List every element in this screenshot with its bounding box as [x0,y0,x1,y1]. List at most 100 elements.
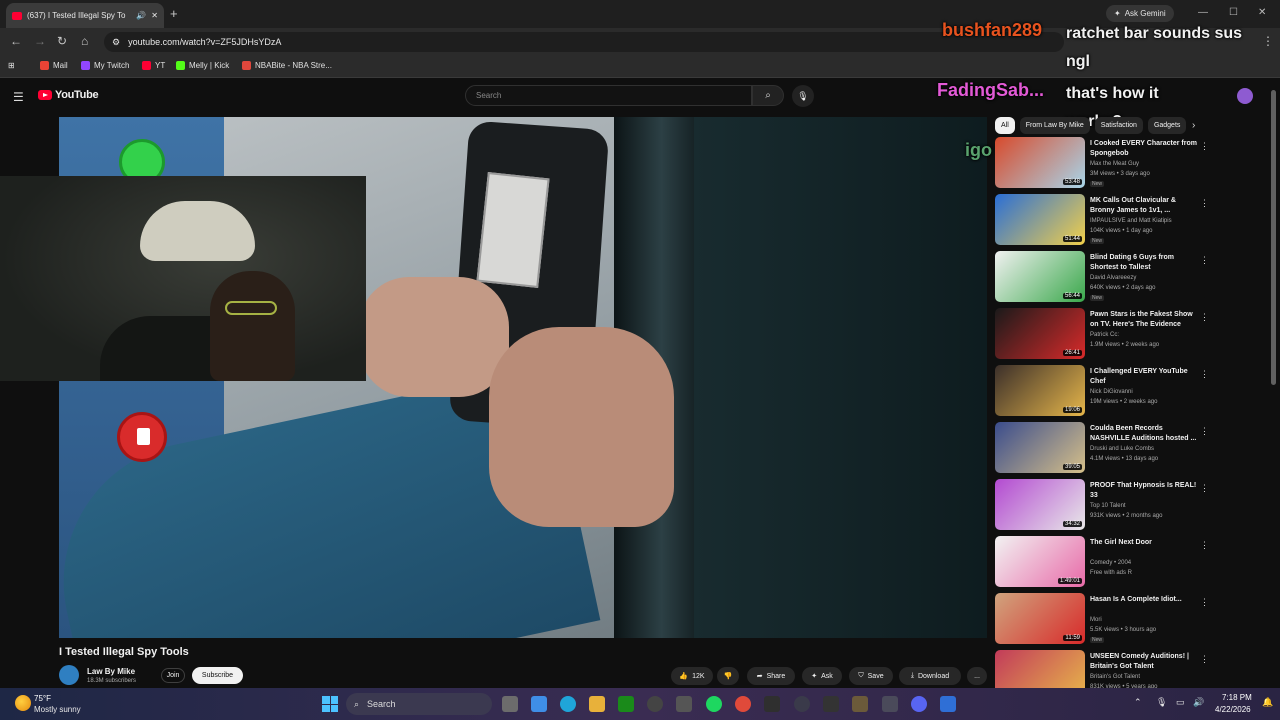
volume-icon[interactable]: 🔊 [1193,697,1204,708]
recommendation-channel[interactable]: Nick DiGiovanni [1090,389,1133,395]
new-tab-button[interactable]: + [170,6,178,21]
more-vert-icon[interactable]: ⋮ [1200,540,1209,551]
recommendation-channel[interactable]: Mori [1090,617,1102,623]
terminal-icon[interactable] [764,696,780,712]
chevron-right-icon[interactable]: › [1192,120,1195,131]
minimize-icon[interactable]: — [1198,7,1208,18]
chip-from-channel[interactable]: From Law By Mike [1019,117,1090,134]
network-icon[interactable]: ▭ [1176,697,1185,708]
recommendation-title[interactable]: I Cooked EVERY Character from Spongebob [1090,139,1202,159]
recommendation-card[interactable]: 51:44 MK Calls Out Clavicular & Bronny Ja… [995,194,1215,246]
app-icon[interactable] [940,696,956,712]
more-vert-icon[interactable]: ⋮ [1200,369,1209,380]
speaker-icon[interactable]: 🔊 [136,11,146,20]
url-text[interactable]: youtube.com/watch?v=ZF5JDHsYDzA [128,37,281,47]
chevron-up-icon[interactable]: ⌃ [1134,697,1142,708]
recommendation-channel[interactable]: Britain's Got Talent [1090,674,1140,680]
more-actions-button[interactable]: ... [967,667,987,685]
voice-search-button[interactable]: 🎙 [792,85,814,107]
recommendation-card[interactable]: 26:41 Pawn Stars is the Fakest Show on TV… [995,308,1215,360]
recommendation-card[interactable]: 56:44 Blind Dating 6 Guys from Shortest t… [995,251,1215,303]
chrome-icon[interactable] [735,696,751,712]
window-close-icon[interactable]: ✕ [1258,7,1266,18]
xbox-icon[interactable] [618,696,634,712]
apps-grid-icon[interactable]: ⊞ [8,61,15,70]
bookmark-nbabite[interactable]: NBABite - NBA Stre... [242,61,332,70]
start-button[interactable] [322,696,338,712]
back-icon[interactable]: ← [10,34,22,48]
bookmark-my-twitch[interactable]: My Twitch [81,61,129,70]
recommendation-card[interactable]: 39:05 Coulda Been Records NASHVILLE Audit… [995,422,1215,474]
browser-tab[interactable]: (637) I Tested Illegal Spy To 🔊 ✕ [6,3,164,28]
more-vert-icon[interactable]: ⋮ [1200,654,1209,665]
like-button[interactable]: 👍 12K [671,667,713,685]
game-icon[interactable] [852,696,868,712]
download-button[interactable]: ⤓ Download [899,667,961,685]
github-icon[interactable] [647,696,663,712]
obs-icon[interactable] [823,696,839,712]
file-explorer-icon[interactable] [589,696,605,712]
dislike-button[interactable]: 👎 [717,667,739,685]
weather-temperature[interactable]: 75°F [34,694,51,703]
more-vert-icon[interactable]: ⋮ [1200,483,1209,494]
video-thumbnail[interactable]: 19:06 [995,365,1085,416]
youtube-logo[interactable]: YouTube [38,89,99,101]
recommendation-title[interactable]: UNSEEN Comedy Auditions! | Britain's Got… [1090,652,1202,672]
edge-icon[interactable] [560,696,576,712]
settings-icon[interactable] [882,696,898,712]
recommendation-title[interactable]: Pawn Stars is the Fakest Show on TV. Her… [1090,310,1202,330]
recommendation-card[interactable]: 1:49:01 The Girl Next Door Comedy • 2004 Fr… [995,536,1215,588]
recommendation-channel[interactable]: David Alvareeezy [1090,275,1136,281]
video-thumbnail[interactable]: 51:44 [995,194,1085,245]
bookmark-kick[interactable]: Melly | Kick [176,61,229,70]
recommendation-title[interactable]: MK Calls Out Clavicular & Bronny James t… [1090,196,1202,216]
bookmark-mail[interactable]: Mail [40,61,68,70]
recommendation-title[interactable]: I Challenged EVERY YouTube Chef [1090,367,1202,387]
scrollbar[interactable] [1271,90,1276,385]
forward-icon[interactable]: → [34,34,46,48]
recommendation-channel[interactable]: IMPAULSIVE and Matt Kiatipis [1090,218,1172,224]
recommendation-channel[interactable]: Patrick Cc: [1090,332,1119,338]
video-thumbnail[interactable]: 26:41 [995,308,1085,359]
more-vert-icon[interactable]: ⋮ [1200,141,1209,152]
video-thumbnail[interactable]: 53:48 [995,137,1085,188]
join-button[interactable]: Join [161,668,185,683]
search-button[interactable]: ⌕ [752,85,784,106]
more-vert-icon[interactable]: ⋮ [1200,312,1209,323]
more-vert-icon[interactable]: ⋮ [1200,198,1209,209]
store-icon[interactable] [676,696,692,712]
maximize-icon[interactable]: ☐ [1229,7,1238,18]
recommendation-title[interactable]: Blind Dating 6 Guys from Shortest to Tal… [1090,253,1202,273]
recommendation-title[interactable]: PROOF That Hypnosis Is REAL! 33 [1090,481,1202,501]
hamburger-menu-icon[interactable]: ☰ [13,90,24,104]
more-vert-icon[interactable]: ⋮ [1200,255,1209,266]
video-thumbnail[interactable]: 11:59 [995,593,1085,644]
reload-icon[interactable]: ↻ [57,34,67,48]
task-view-icon[interactable] [502,696,518,712]
recommendation-title[interactable]: The Girl Next Door [1090,538,1202,548]
more-vert-icon[interactable]: ⋮ [1200,426,1209,437]
chip-satisfaction[interactable]: Satisfaction [1094,117,1143,134]
copilot-icon[interactable] [531,696,547,712]
chip-gadgets[interactable]: Gadgets [1147,117,1187,134]
save-button[interactable]: ⛉ Save [849,667,893,685]
recommendation-title[interactable]: Coulda Been Records NASHVILLE Auditions … [1090,424,1202,444]
recommendation-channel[interactable]: Top 10 Talent [1090,503,1126,509]
recommendation-card[interactable]: 11:59 Hasan Is A Complete Idiot... Mori 5.5… [995,593,1215,645]
video-thumbnail[interactable]: 56:44 [995,251,1085,302]
search-input[interactable]: Search [465,85,752,106]
subscribe-button[interactable]: Subscribe [192,667,243,684]
recommendation-title[interactable]: Hasan Is A Complete Idiot... [1090,595,1202,605]
omnibox[interactable]: ⚙ youtube.com/watch?v=ZF5JDHsYDzA [104,32,1064,52]
discord-icon[interactable] [911,696,927,712]
weather-icon[interactable] [15,695,31,711]
notification-bell-icon[interactable]: 🔔 [1262,697,1273,708]
recommendation-card[interactable]: 34:32 PROOF That Hypnosis Is REAL! 33 Top … [995,479,1215,531]
media-player-icon[interactable] [794,696,810,712]
user-avatar[interactable] [1237,88,1253,104]
tab-close-icon[interactable]: ✕ [151,11,158,20]
ask-button[interactable]: ✦ Ask [802,667,842,685]
recommendation-channel[interactable]: Max the Meat Guy [1090,161,1139,167]
taskbar-search[interactable]: ⌕ Search [346,693,492,715]
video-thumbnail[interactable]: 39:05 [995,422,1085,473]
